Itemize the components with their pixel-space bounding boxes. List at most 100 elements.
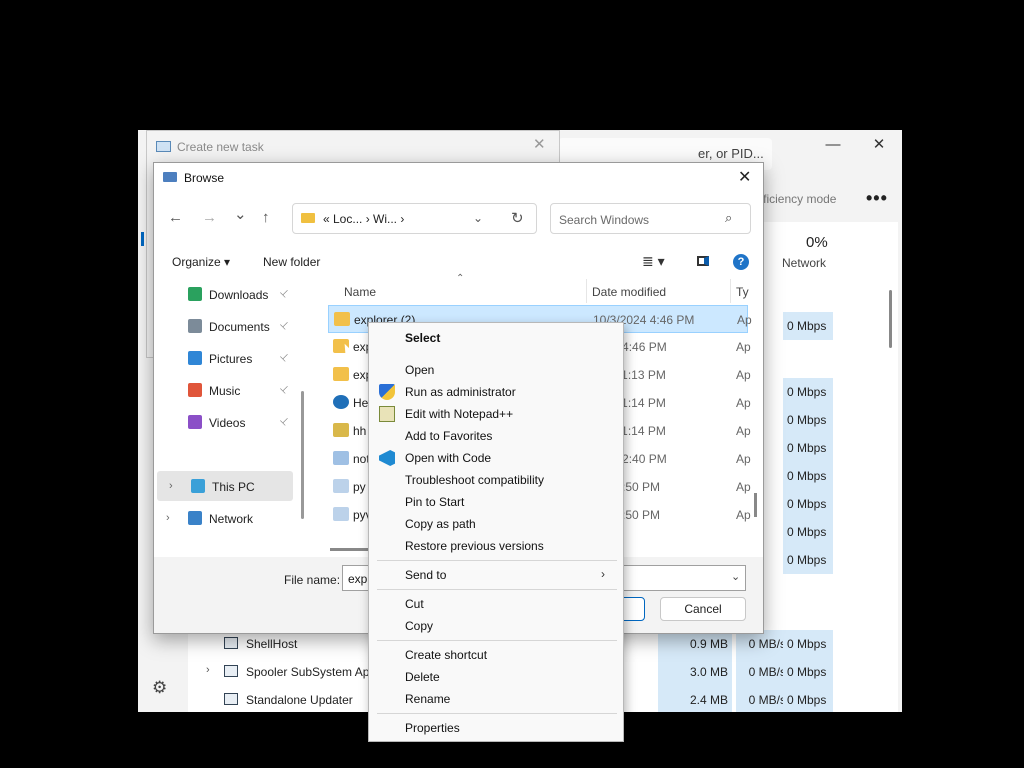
preview-pane-icon[interactable] — [697, 256, 709, 266]
menu-separator — [377, 713, 617, 714]
process-disk: 0 MB/s — [736, 630, 786, 658]
hh-icon — [333, 423, 349, 437]
cancel-button[interactable]: Cancel — [660, 597, 746, 621]
network-icon — [188, 511, 202, 525]
efficiency-mode-button[interactable]: fficiency mode — [760, 192, 836, 206]
address-dropdown-chevron-icon[interactable]: ⌄ — [473, 211, 483, 225]
menu-item-open-with-code[interactable]: Open with Code — [369, 447, 623, 469]
nav-item-label: Pictures — [209, 352, 253, 366]
nav-item-videos[interactable]: Videos ⊥ — [154, 407, 294, 437]
menu-item-label: Edit with Notepad++ — [405, 407, 514, 421]
pin-icon: ⊥ — [277, 382, 292, 397]
menu-item-label: Run as administrator — [405, 385, 516, 399]
dialog-title: Browse — [184, 171, 225, 185]
address-bar[interactable]: « Loc... › Wi... › ⌄ ↻ — [292, 203, 537, 234]
column-divider[interactable] — [730, 279, 731, 303]
menu-item-send-to[interactable]: Send to › — [369, 564, 623, 586]
column-header-date[interactable]: Date modified — [592, 285, 666, 299]
search-input[interactable]: Search Windows ⌕ — [550, 203, 751, 234]
up-arrow-icon[interactable]: ↑ — [262, 209, 270, 226]
documents-icon — [188, 319, 202, 333]
view-menu-icon[interactable]: ≣ ▾ — [642, 253, 665, 270]
process-icon — [224, 665, 238, 677]
file-name: hh — [353, 424, 367, 438]
nav-item-network[interactable]: › Network — [154, 503, 294, 533]
vscode-icon — [379, 450, 395, 466]
help-icon — [333, 395, 349, 409]
menu-item-open[interactable]: Open — [369, 359, 623, 381]
column-header-name[interactable]: Name — [344, 285, 376, 299]
menu-item-rename[interactable]: Rename — [369, 688, 623, 710]
menu-item-copy[interactable]: Copy — [369, 615, 623, 637]
menu-item-label: Delete — [405, 670, 440, 684]
menu-item-cut[interactable]: Cut — [369, 593, 623, 615]
menu-item-copy-as-path[interactable]: Copy as path — [369, 513, 623, 535]
network-cell: 0 Mbps — [783, 378, 833, 406]
expand-chevron-icon[interactable]: › — [206, 664, 210, 676]
process-disk: 0 MB/s — [736, 658, 786, 686]
menu-item-properties[interactable]: Properties — [369, 717, 623, 739]
run-icon — [156, 141, 171, 152]
column-divider[interactable] — [586, 279, 587, 303]
notepad-icon — [333, 451, 349, 465]
process-memory: 2.4 MB — [658, 686, 732, 712]
menu-item-pin-to-start[interactable]: Pin to Start — [369, 491, 623, 513]
file-type: Ap — [736, 340, 751, 354]
more-options-icon[interactable]: ••• — [866, 188, 888, 209]
settings-gear-icon[interactable]: ⚙ — [152, 678, 167, 698]
close-icon[interactable]: ✕ — [738, 167, 751, 187]
help-icon[interactable]: ? — [733, 254, 749, 270]
menu-item-create-shortcut[interactable]: Create shortcut — [369, 644, 623, 666]
menu-item-label: Open — [405, 363, 435, 377]
nav-item-pictures[interactable]: Pictures ⊥ — [154, 343, 294, 373]
nav-scrollbar[interactable] — [301, 391, 304, 519]
pin-icon: ⊥ — [277, 350, 292, 365]
recent-locations-chevron-icon[interactable]: ⌄ — [234, 205, 247, 223]
forward-arrow-icon[interactable]: → — [202, 209, 217, 226]
nav-item-documents[interactable]: Documents ⊥ — [154, 311, 294, 341]
menu-item-label: Copy as path — [405, 517, 476, 531]
nav-item-music[interactable]: Music ⊥ — [154, 375, 294, 405]
network-cell: 0 Mbps — [783, 546, 833, 574]
close-icon[interactable]: ✕ — [533, 135, 546, 153]
submenu-chevron-icon: › — [601, 567, 605, 581]
menu-item-run-as-administrator[interactable]: Run as administrator — [369, 381, 623, 403]
pictures-icon — [188, 351, 202, 365]
context-menu: Select Open Run as administrator Edit with… — [368, 322, 624, 742]
file-type: Ap — [736, 368, 751, 382]
pin-icon: ⊥ — [277, 318, 292, 333]
close-button[interactable]: ✕ — [856, 130, 902, 162]
process-name: Standalone Updater — [246, 693, 353, 707]
scrollbar[interactable] — [889, 290, 892, 348]
menu-item-edit-with-notepad[interactable]: Edit with Notepad++ — [369, 403, 623, 425]
new-folder-button[interactable]: New folder — [263, 255, 320, 269]
nav-item-this-pc[interactable]: › This PC — [157, 471, 293, 501]
maximize-button[interactable] — [810, 130, 856, 162]
menu-item-troubleshoot-compatibility[interactable]: Troubleshoot compatibility — [369, 469, 623, 491]
menu-item-restore-previous-versions[interactable]: Restore previous versions — [369, 535, 623, 557]
expand-chevron-icon[interactable]: › — [169, 480, 173, 492]
nav-item-label: Documents — [209, 320, 270, 334]
back-arrow-icon[interactable]: ← — [168, 209, 183, 226]
explorer-icon — [334, 312, 350, 326]
organize-button[interactable]: Organize ▾ — [172, 255, 230, 269]
network-cell: 0 Mbps — [783, 462, 833, 490]
expand-chevron-icon[interactable]: › — [166, 512, 170, 524]
menu-item-label: Properties — [405, 721, 460, 735]
process-disk: 0 MB/s — [736, 686, 786, 712]
menu-header-select[interactable]: Select — [369, 327, 623, 349]
download-icon — [188, 287, 202, 301]
file-name-dropdown-chevron-icon[interactable]: ⌄ — [731, 570, 740, 583]
nav-item-label: This PC — [212, 480, 255, 494]
process-network: 0 Mbps — [783, 630, 833, 658]
refresh-icon[interactable]: ↻ — [511, 209, 524, 227]
dialog-title: Create new task — [177, 140, 264, 154]
nav-item-label: Music — [209, 384, 241, 398]
column-header-type[interactable]: Ty — [736, 285, 749, 299]
file-list-scrollbar[interactable] — [754, 493, 757, 517]
nav-item-downloads[interactable]: Downloads ⊥ — [154, 279, 294, 309]
menu-item-add-to-favorites[interactable]: Add to Favorites — [369, 425, 623, 447]
file-list-hscrollbar[interactable] — [330, 548, 370, 551]
menu-item-delete[interactable]: Delete — [369, 666, 623, 688]
breadcrumb[interactable]: « Loc... › Wi... › — [323, 212, 404, 226]
